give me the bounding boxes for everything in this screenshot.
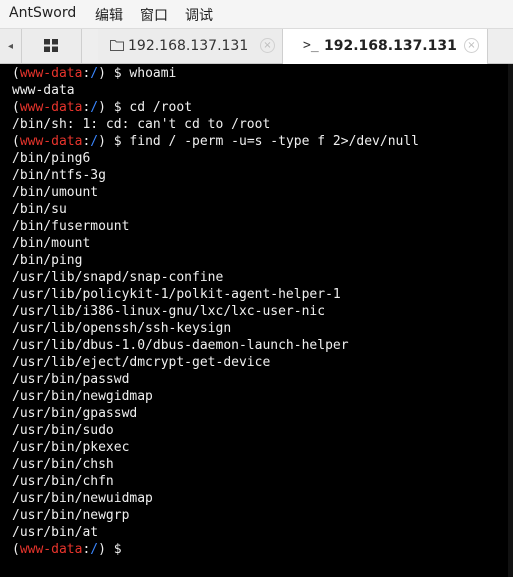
prompt-path: / (90, 100, 99, 115)
tab-bar: ◂ 192.168.137.131 × >_ 192.168.137.131 × (0, 29, 513, 64)
terminal-prompt-line: (www-data:/) $ find / -perm -u=s -type f… (12, 133, 419, 150)
terminal-output-line: /usr/bin/newgrp (12, 508, 130, 523)
terminal-output-line: /usr/bin/pkexec (12, 440, 130, 455)
menu-debug[interactable]: 调试 (185, 5, 213, 25)
terminal-output-line: /bin/ntfs-3g (12, 168, 106, 183)
terminal-command: find / -perm -u=s -type f 2>/dev/null (129, 134, 420, 149)
terminal-prompt-line: (www-data:/) $ whoami (12, 65, 176, 82)
terminal-scrollbar[interactable] (508, 64, 513, 577)
terminal-output-line: /bin/su (12, 202, 67, 217)
terminal-command: whoami (129, 66, 177, 81)
terminal-output-line: /bin/sh: 1: cd: can't cd to /root (12, 117, 271, 132)
terminal-output-line: /bin/mount (12, 236, 91, 251)
tab-terminal[interactable]: >_ 192.168.137.131 × (283, 29, 488, 64)
prompt-user: www-data (19, 100, 83, 115)
terminal-output-line: /bin/umount (12, 185, 99, 200)
menu-bar: AntSword 编辑 窗口 调试 (0, 0, 513, 29)
prompt-open: ( (12, 66, 20, 81)
prompt-open: ( (12, 100, 20, 115)
prompt-user: www-data (19, 134, 83, 149)
prompt-close: ) $ (98, 134, 130, 149)
terminal-icon: >_ (303, 38, 319, 53)
terminal-output-line: /bin/ping6 (12, 151, 91, 166)
prompt-open: ( (12, 542, 20, 557)
tab-terminal-label: 192.168.137.131 (324, 38, 457, 54)
terminal-output-line: /usr/bin/newgidmap (12, 389, 153, 404)
terminal-command: cd /root (129, 100, 193, 115)
terminal-output-line: /usr/bin/sudo (12, 423, 114, 438)
terminal-output-line: /bin/ping (12, 253, 83, 268)
terminal-output-line: /usr/bin/passwd (12, 372, 130, 387)
terminal-output-line: /usr/bin/chfn (12, 474, 114, 489)
chevron-left-icon: ◂ (7, 40, 14, 52)
terminal-output-line: /usr/lib/openssh/ssh-keysign (12, 321, 232, 336)
close-icon[interactable]: × (260, 38, 275, 53)
prompt-close: ) $ (98, 66, 130, 81)
terminal-output-line: /usr/lib/policykit-1/polkit-agent-helper… (12, 287, 341, 302)
prompt-open: ( (12, 134, 20, 149)
terminal-output-line: /usr/lib/snapd/snap-confine (12, 270, 224, 285)
terminal-output-line: /usr/bin/at (12, 525, 99, 540)
tab-scroll-left-button[interactable]: ◂ (0, 29, 22, 63)
prompt-user: www-data (19, 542, 83, 557)
terminal-prompt-line: (www-data:/) $ cd /root (12, 99, 192, 116)
menu-edit[interactable]: 编辑 (95, 5, 123, 25)
tab-home[interactable] (22, 29, 82, 63)
terminal-output-line: /usr/bin/chsh (12, 457, 114, 472)
close-icon[interactable]: × (464, 38, 479, 53)
terminal-output-line: /bin/fusermount (12, 219, 130, 234)
prompt-user: www-data (19, 66, 83, 81)
terminal-output-line: /usr/bin/newuidmap (12, 491, 153, 506)
terminal-output-line: /usr/bin/gpasswd (12, 406, 138, 421)
prompt-close: ) $ (98, 542, 130, 557)
menu-window[interactable]: 窗口 (140, 5, 168, 25)
tab-file-manager[interactable]: 192.168.137.131 × (98, 29, 283, 63)
prompt-path: / (90, 66, 99, 81)
terminal-prompt-line: (www-data:/) $ (12, 541, 129, 558)
terminal-output-line: www-data (12, 83, 75, 98)
terminal-output-line: /usr/lib/i386-linux-gnu/lxc/lxc-user-nic (12, 304, 326, 319)
prompt-path: / (90, 542, 99, 557)
terminal-output[interactable]: (www-data:/) $ whoami www-data (www-data:/… (0, 64, 513, 577)
prompt-close: ) $ (98, 100, 130, 115)
prompt-path: / (90, 134, 99, 149)
menu-antsword[interactable]: AntSword (9, 5, 76, 21)
grid-icon (44, 39, 58, 52)
tab-file-manager-label: 192.168.137.131 (128, 38, 249, 54)
terminal-output-line: /usr/lib/dbus-1.0/dbus-daemon-launch-hel… (12, 338, 349, 353)
folder-icon (110, 40, 124, 51)
terminal-output-line: /usr/lib/eject/dmcrypt-get-device (12, 355, 271, 370)
